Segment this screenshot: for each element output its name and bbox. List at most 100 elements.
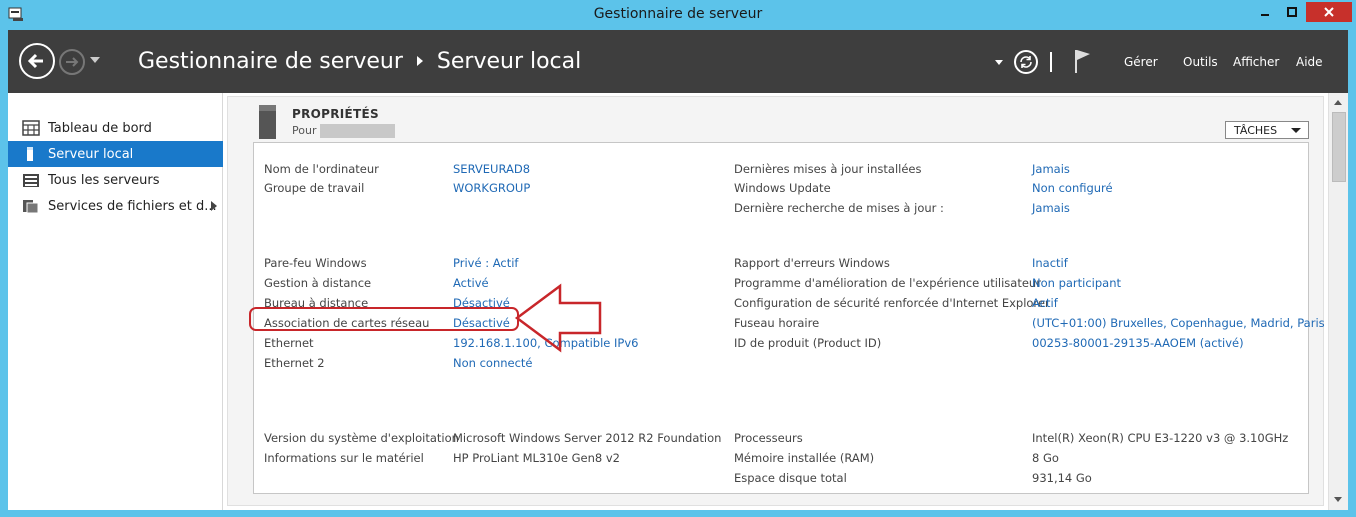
prop-value-ceip[interactable]: Non participant [1032, 276, 1121, 290]
close-button[interactable] [1306, 2, 1352, 22]
sidebar-item-label: Tous les serveurs [48, 172, 160, 188]
prop-value-ethernet-2[interactable]: Non connecté [453, 356, 533, 370]
breadcrumb: Gestionnaire de serveur Serveur local [138, 49, 581, 74]
minimize-button[interactable] [1252, 2, 1278, 22]
scroll-down-icon[interactable] [1334, 497, 1342, 502]
file-services-icon [23, 200, 39, 214]
prop-value-timezone[interactable]: (UTC+01:00) Bruxelles, Copenhague, Madri… [1032, 316, 1325, 330]
prop-value-hardware: HP ProLiant ML310e Gen8 v2 [453, 451, 620, 465]
menu-aide[interactable]: Aide [1296, 55, 1323, 69]
forward-arrow-icon [66, 57, 79, 67]
refresh-icon [1020, 56, 1032, 68]
prop-value-remote-management[interactable]: Activé [453, 276, 489, 290]
breadcrumb-root[interactable]: Gestionnaire de serveur [138, 49, 403, 74]
servers-list-icon [23, 174, 39, 187]
minimize-icon [1261, 14, 1269, 16]
prop-value-ram: 8 Go [1032, 451, 1059, 465]
prop-value-os-version: Microsoft Windows Server 2012 R2 Foundat… [453, 431, 722, 445]
properties-section: PROPRIÉTÉS Pour TÂCHES Nom de l'ordinate… [227, 96, 1325, 506]
tasks-label: TÂCHES [1234, 123, 1278, 137]
scroll-up-icon[interactable] [1334, 100, 1342, 105]
dashboard-grid-icon [22, 120, 40, 136]
prop-value-firewall[interactable]: Privé : Actif [453, 256, 518, 270]
prop-label: Windows Update [734, 181, 831, 195]
prop-label: Bureau à distance [264, 296, 369, 310]
prop-value-error-reporting[interactable]: Inactif [1032, 256, 1068, 270]
prop-value-product-id[interactable]: 00253-80001-29135-AAOEM (activé) [1032, 336, 1244, 350]
sidebar-item-dashboard[interactable]: Tableau de bord [8, 115, 223, 141]
maximize-button[interactable] [1279, 2, 1305, 22]
prop-label: Fuseau horaire [734, 316, 820, 330]
toolbar-divider [1050, 52, 1052, 72]
server-tower-icon [259, 105, 276, 139]
for-label: Pour [292, 124, 317, 137]
sidebar-item-label: Serveur local [48, 146, 134, 162]
navigation-bar: Gestionnaire de serveur Serveur local Gér… [8, 30, 1348, 93]
refresh-button[interactable] [1014, 50, 1038, 74]
prop-label: Espace disque total [734, 471, 847, 485]
prop-value-computer-name[interactable]: SERVEURAD8 [453, 162, 530, 176]
section-subtitle: Pour [292, 124, 396, 138]
sidebar-item-label: Services de fichiers et d... [48, 198, 217, 214]
prop-label: Mémoire installée (RAM) [734, 451, 875, 465]
scroll-thumb[interactable] [1332, 112, 1346, 182]
section-title: PROPRIÉTÉS [292, 107, 379, 121]
prop-value-last-check[interactable]: Jamais [1032, 201, 1070, 215]
prop-value-last-updates[interactable]: Jamais [1032, 162, 1070, 176]
forward-button[interactable] [59, 49, 85, 75]
menu-outils[interactable]: Outils [1183, 55, 1218, 69]
window-title: Gestionnaire de serveur [593, 6, 763, 22]
prop-label: Dernières mises à jour installées [734, 162, 922, 176]
prop-label: Rapport d'erreurs Windows [734, 256, 890, 270]
back-button[interactable] [19, 43, 55, 79]
prop-label: Nom de l'ordinateur [264, 162, 379, 176]
breadcrumb-separator-icon [416, 55, 423, 66]
sidebar-item-label: Tableau de bord [48, 120, 152, 136]
expand-arrow-icon[interactable] [211, 201, 217, 211]
menu-afficher[interactable]: Afficher [1233, 55, 1279, 69]
prop-value-workgroup[interactable]: WORKGROUP [453, 181, 530, 195]
sidebar-item-local-server[interactable]: Serveur local [8, 141, 223, 167]
main-content: Tableau de bord Serveur local Tous les s… [8, 93, 1348, 510]
prop-label: Ethernet [264, 336, 314, 350]
prop-value-windows-update[interactable]: Non configuré [1032, 181, 1113, 195]
prop-value-processors: Intel(R) Xeon(R) CPU E3-1220 v3 @ 3.10GH… [1032, 431, 1289, 445]
vertical-scrollbar[interactable] [1328, 93, 1348, 510]
properties-panel: PROPRIÉTÉS Pour TÂCHES Nom de l'ordinate… [224, 93, 1348, 510]
prop-label: Version du système d'exploitation [264, 431, 459, 445]
sidebar: Tableau de bord Serveur local Tous les s… [8, 93, 223, 510]
sidebar-item-all-servers[interactable]: Tous les serveurs [8, 167, 223, 193]
prop-label: Association de cartes réseau [264, 316, 430, 330]
prop-label: Pare-feu Windows [264, 256, 367, 270]
sidebar-item-file-services[interactable]: Services de fichiers et d... [8, 193, 223, 219]
close-icon [1324, 7, 1334, 17]
prop-label: Ethernet 2 [264, 356, 325, 370]
history-dropdown-icon[interactable] [90, 57, 100, 63]
prop-label: Gestion à distance [264, 276, 372, 290]
chevron-down-icon [1291, 128, 1301, 133]
prop-label: Informations sur le matériel [264, 451, 424, 465]
prop-value-disk-space: 931,14 Go [1032, 471, 1092, 485]
prop-label: Configuration de sécurité renforcée d'In… [734, 296, 1050, 310]
redacted-server-name [320, 124, 396, 138]
properties-grid: Nom de l'ordinateur SERVEURAD8 Groupe de… [253, 142, 1325, 494]
maximize-icon [1287, 7, 1297, 17]
back-arrow-icon [27, 53, 43, 69]
tasks-dropdown-button[interactable]: TÂCHES [1225, 121, 1309, 139]
prop-label: Dernière recherche de mises à jour : [734, 201, 944, 215]
prop-value-ie-esc[interactable]: Actif [1032, 296, 1058, 310]
notification-flag-icon[interactable] [1072, 48, 1092, 74]
prop-label: Programme d'amélioration de l'expérience… [734, 276, 1041, 290]
title-bar: Gestionnaire de serveur [0, 0, 1356, 30]
server-icon [27, 147, 33, 161]
prop-label: ID de produit (Product ID) [734, 336, 882, 350]
breadcrumb-current: Serveur local [436, 49, 582, 74]
prop-value-nic-teaming[interactable]: Désactivé [453, 316, 510, 330]
server-manager-window: Gestionnaire de serveur Gestionnaire de … [0, 0, 1356, 517]
prop-value-ethernet[interactable]: 192.168.1.100, Compatible IPv6 [453, 336, 638, 350]
refresh-dropdown-icon[interactable] [995, 60, 1003, 65]
prop-label: Groupe de travail [264, 181, 365, 195]
prop-label: Processeurs [734, 431, 803, 445]
menu-gerer[interactable]: Gérer [1124, 55, 1158, 69]
prop-value-remote-desktop[interactable]: Désactivé [453, 296, 510, 310]
